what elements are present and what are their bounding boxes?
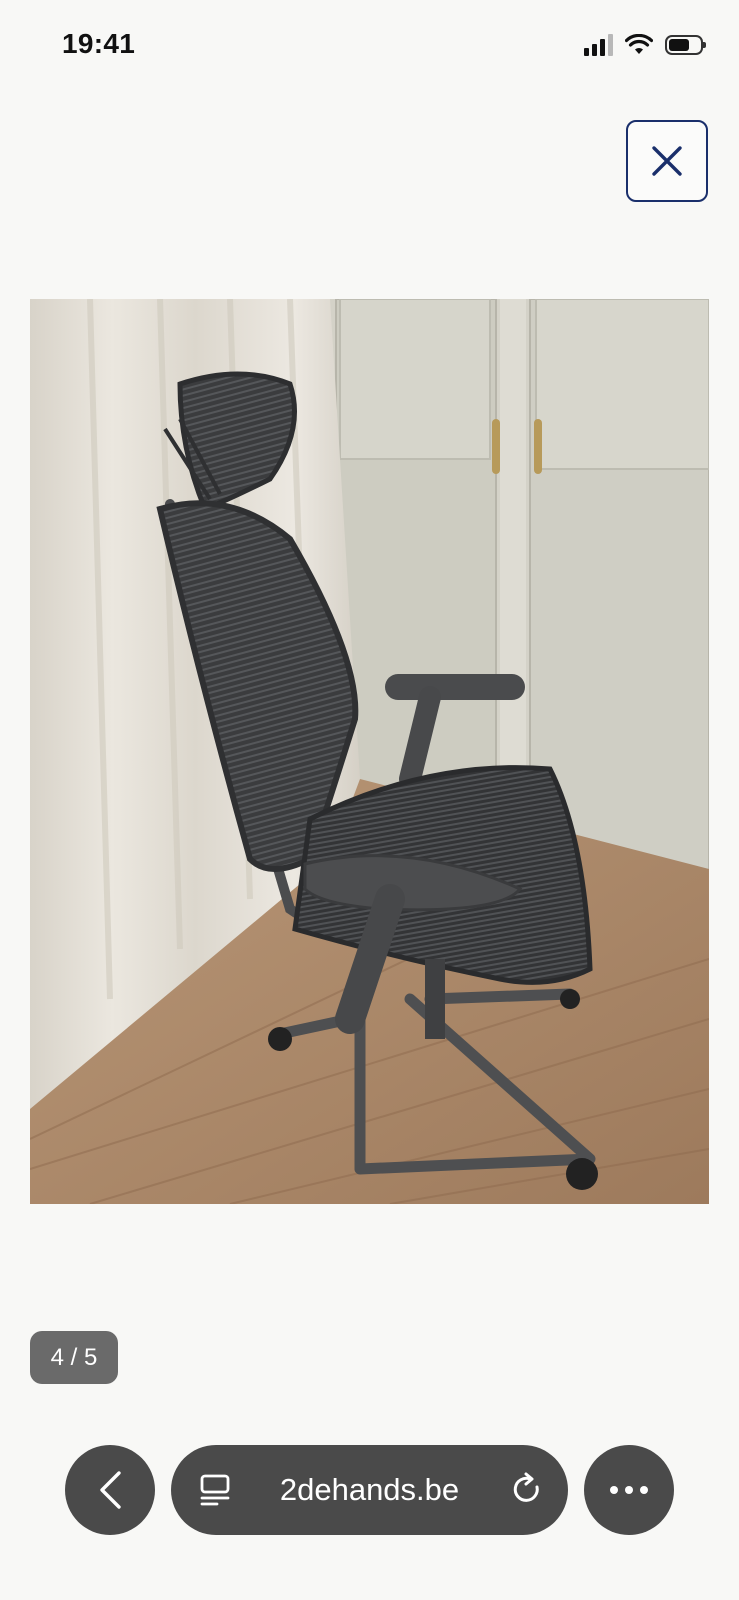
close-icon bbox=[652, 146, 682, 176]
product-photo[interactable] bbox=[30, 299, 709, 1204]
back-button[interactable] bbox=[65, 1445, 155, 1535]
close-button[interactable] bbox=[626, 120, 708, 202]
more-options-button[interactable] bbox=[584, 1445, 674, 1535]
image-counter-badge: 4 / 5 bbox=[30, 1331, 118, 1384]
wifi-icon bbox=[625, 34, 653, 54]
reload-icon[interactable] bbox=[510, 1472, 544, 1508]
battery-icon bbox=[665, 35, 706, 55]
url-text: 2dehands.be bbox=[279, 1472, 460, 1507]
status-bar: 19:41 bbox=[0, 0, 739, 95]
browser-toolbar: 2dehands.be bbox=[0, 1445, 739, 1535]
address-bar[interactable]: 2dehands.be bbox=[171, 1445, 568, 1535]
office-chair-image bbox=[30, 299, 709, 1204]
status-icons bbox=[584, 34, 706, 56]
more-dots-icon bbox=[610, 1486, 648, 1494]
status-time: 19:41 bbox=[62, 28, 136, 59]
chevron-left-icon bbox=[100, 1471, 121, 1509]
cellular-signal-icon bbox=[584, 34, 613, 56]
reader-mode-icon[interactable] bbox=[199, 1473, 231, 1507]
